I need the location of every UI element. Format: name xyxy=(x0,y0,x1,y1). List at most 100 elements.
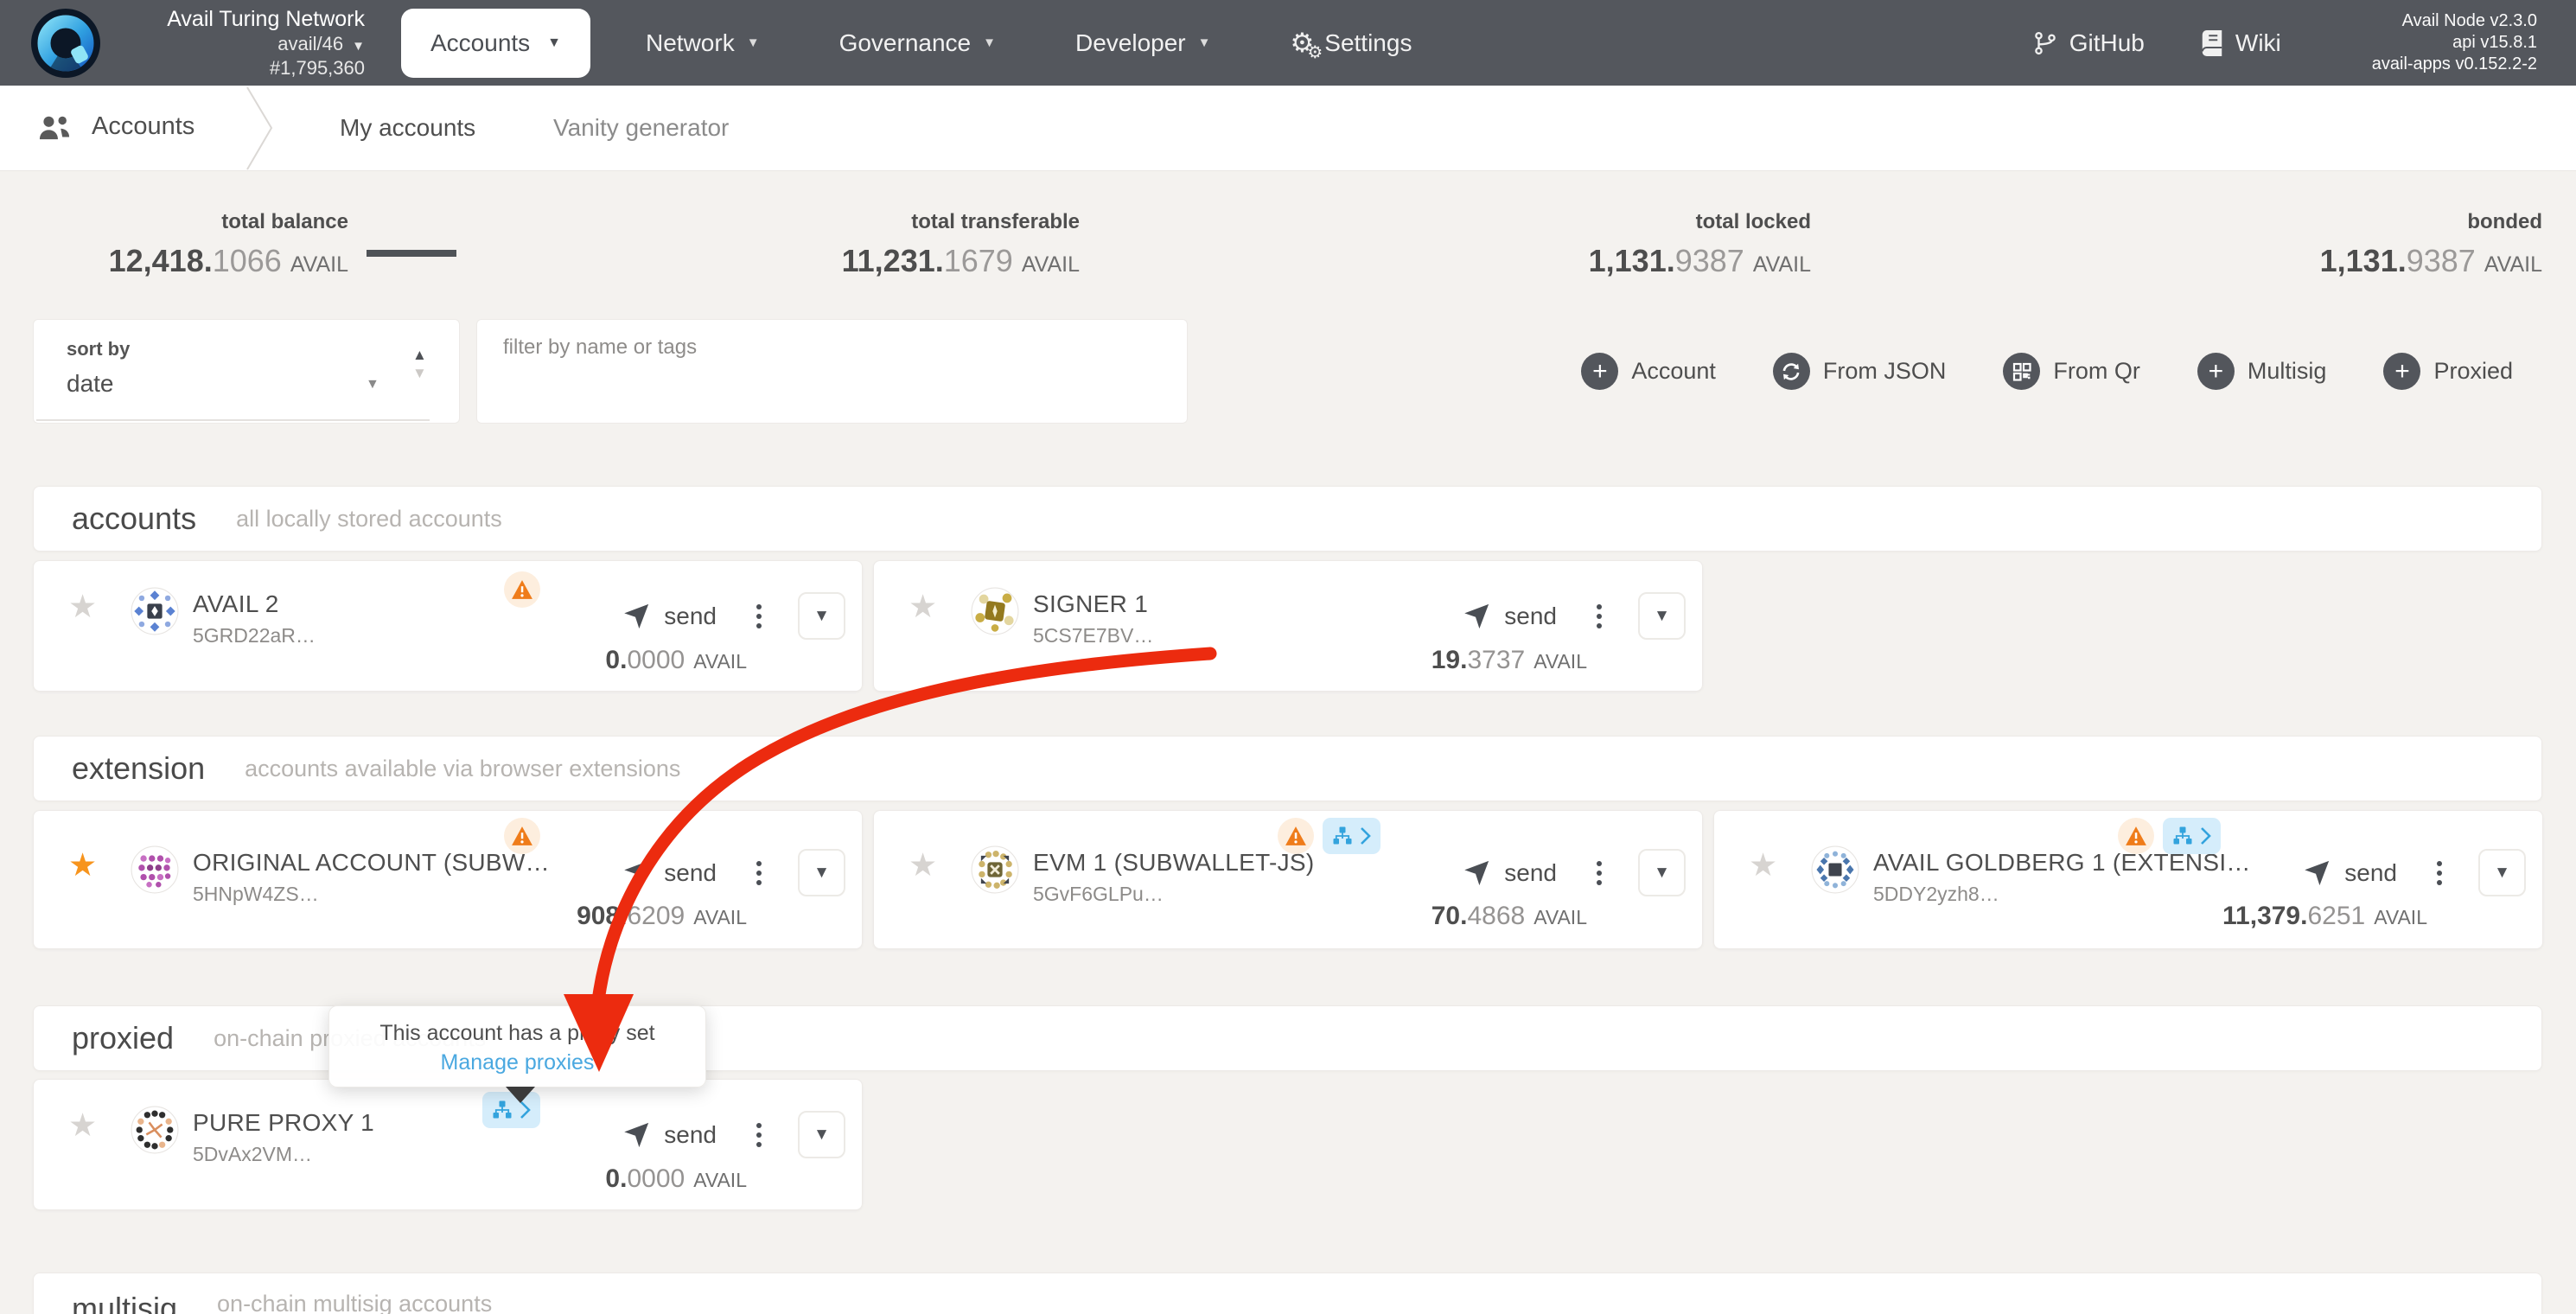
identicon[interactable] xyxy=(971,845,1019,894)
menu-network[interactable]: Network▼ xyxy=(646,29,760,57)
proxy-badge[interactable] xyxy=(1323,818,1380,854)
identicon[interactable] xyxy=(131,1106,179,1154)
tab-my-accounts[interactable]: My accounts xyxy=(340,114,475,142)
more-menu-icon[interactable] xyxy=(753,858,765,889)
more-menu-icon[interactable] xyxy=(753,1119,765,1151)
warning-icon[interactable] xyxy=(504,571,540,608)
favorite-star-icon[interactable]: ★ xyxy=(68,1109,97,1141)
github-link[interactable]: GitHub xyxy=(2032,29,2145,57)
send-icon xyxy=(622,858,651,888)
menu-accounts-button[interactable]: Accounts▼ xyxy=(401,9,590,78)
account-address[interactable]: 5DvAx2VM… xyxy=(193,1143,374,1166)
account-card-signer-1: ★ SIGNER 1 5CS7E7BV… send ▼ 19.3737AV xyxy=(873,560,1703,692)
section-title: accounts xyxy=(72,501,196,537)
add-account-button[interactable]: + Account xyxy=(1581,353,1716,390)
account-address[interactable]: 5HNpW4ZS… xyxy=(193,883,550,906)
menu-governance[interactable]: Governance▼ xyxy=(839,29,996,57)
manage-proxies-link[interactable]: Manage proxies xyxy=(345,1050,690,1075)
expand-button[interactable]: ▼ xyxy=(2478,849,2526,896)
tab-vanity-generator[interactable]: Vanity generator xyxy=(553,114,729,142)
add-proxied-button[interactable]: + Proxied xyxy=(2383,353,2513,390)
identicon[interactable] xyxy=(131,587,179,635)
stat-total-transferable: total transferable 11,231.1679AVAIL xyxy=(475,210,1080,279)
send-button[interactable]: send xyxy=(1504,859,1557,887)
section-accounts-header: accounts all locally stored accounts xyxy=(33,486,2542,552)
plus-icon: + xyxy=(2197,353,2235,390)
favorite-star-icon[interactable]: ★ xyxy=(1749,849,1777,881)
more-menu-icon[interactable] xyxy=(1593,601,1605,632)
section-title: proxied xyxy=(72,1020,174,1056)
warning-icon[interactable] xyxy=(1278,818,1314,854)
send-button[interactable]: send xyxy=(664,1121,717,1149)
main-nav: Network▼ Governance▼ Developer▼ ⚙⚙Settin… xyxy=(606,29,1451,57)
account-address[interactable]: 5GRD22aR… xyxy=(193,624,316,647)
more-menu-icon[interactable] xyxy=(2433,858,2445,889)
account-balance: 11,379.6251AVAIL xyxy=(2222,902,2427,931)
apps-version: avail-apps v0.152.2-2 xyxy=(2372,54,2537,75)
more-menu-icon[interactable] xyxy=(753,601,765,632)
menu-developer[interactable]: Developer▼ xyxy=(1075,29,1211,57)
account-card-pure-proxy-1: ★ PURE PROXY 1 5DvAx2VM… xyxy=(33,1079,863,1210)
account-card-avail-goldberg-1: ★ AVAIL GOLDBERG 1 (EXTENSI… 5DDY2yzh8… xyxy=(1713,810,2543,949)
stat-total-locked: total locked 1,131.9387AVAIL xyxy=(1206,210,1811,279)
sitemap-icon xyxy=(2172,826,2193,846)
expand-button[interactable]: ▼ xyxy=(1638,849,1686,896)
section-title: extension xyxy=(72,750,205,787)
account-card-avail-2: ★ AVAIL 2 5GRD22aR… send xyxy=(33,560,863,692)
node-version: Avail Node v2.3.0 xyxy=(2372,10,2537,32)
chevron-down-icon: ▼ xyxy=(366,377,379,392)
send-button[interactable]: send xyxy=(2344,859,2397,887)
block-number: #1,795,360 xyxy=(116,58,365,80)
stat-total-balance: total balance 12,418.1066AVAIL xyxy=(0,210,348,279)
active-tab-underline xyxy=(367,250,456,257)
account-balance: 19.3737AVAIL xyxy=(1431,646,1587,675)
expand-button[interactable]: ▼ xyxy=(1638,592,1686,640)
restore-json-button[interactable]: From JSON xyxy=(1773,353,1947,390)
proxy-badge[interactable] xyxy=(2163,818,2221,854)
expand-button[interactable]: ▼ xyxy=(798,849,845,896)
add-multisig-button[interactable]: + Multisig xyxy=(2197,353,2327,390)
section-subtitle: on-chain multisig accounts xyxy=(217,1291,492,1314)
favorite-star-icon[interactable]: ★ xyxy=(68,849,97,881)
identicon[interactable] xyxy=(971,587,1019,635)
proxy-tooltip: This account has a proxy set Manage prox… xyxy=(328,1005,706,1088)
send-button[interactable]: send xyxy=(1504,603,1557,630)
send-icon xyxy=(1462,602,1491,631)
sort-direction-toggle[interactable]: ▲ ▼ xyxy=(412,348,427,380)
sort-asc-icon: ▲ xyxy=(412,348,427,362)
expand-button[interactable]: ▼ xyxy=(798,1111,845,1158)
plus-icon: + xyxy=(2383,353,2420,390)
menu-settings[interactable]: ⚙⚙Settings xyxy=(1290,29,1412,57)
send-button[interactable]: send xyxy=(664,603,717,630)
identicon[interactable] xyxy=(1811,845,1859,894)
sort-label: sort by xyxy=(67,338,130,360)
identicon[interactable] xyxy=(131,845,179,894)
expand-button[interactable]: ▼ xyxy=(798,592,845,640)
wiki-link[interactable]: Wiki xyxy=(2200,29,2281,57)
git-branch-icon xyxy=(2032,30,2058,56)
chevron-down-icon: ▼ xyxy=(1198,35,1211,50)
send-button[interactable]: send xyxy=(664,859,717,887)
account-name: PURE PROXY 1 xyxy=(193,1109,374,1137)
account-name: ORIGINAL ACCOUNT (SUBW… xyxy=(193,849,550,877)
account-balance: 70.4868AVAIL xyxy=(1431,902,1587,931)
more-menu-icon[interactable] xyxy=(1593,858,1605,889)
warning-icon[interactable] xyxy=(2118,818,2154,854)
account-address[interactable]: 5GvF6GLPu… xyxy=(1033,883,1314,906)
account-address[interactable]: 5DDY2yzh8… xyxy=(1873,883,2251,906)
add-via-qr-button[interactable]: From Qr xyxy=(2003,353,2140,390)
favorite-star-icon[interactable]: ★ xyxy=(68,590,97,622)
warning-icon[interactable] xyxy=(504,818,540,854)
filter-input[interactable] xyxy=(476,319,1188,424)
chevron-right-icon xyxy=(1360,826,1371,845)
chain-spec-selector[interactable]: avail/46▼ xyxy=(116,34,365,55)
section-multisig-header: multisig on-chain multisig accounts xyxy=(33,1273,2542,1314)
account-balance: 0.0000AVAIL xyxy=(605,1164,747,1194)
favorite-star-icon[interactable]: ★ xyxy=(909,849,937,881)
account-balance: 908.6209AVAIL xyxy=(577,902,747,931)
send-icon xyxy=(2302,858,2331,888)
account-address[interactable]: 5CS7E7BV… xyxy=(1033,624,1153,647)
sort-desc-icon: ▼ xyxy=(412,366,427,380)
sort-by-dropdown[interactable]: sort by date ▼ ▲ ▼ xyxy=(33,319,460,424)
favorite-star-icon[interactable]: ★ xyxy=(909,590,937,622)
